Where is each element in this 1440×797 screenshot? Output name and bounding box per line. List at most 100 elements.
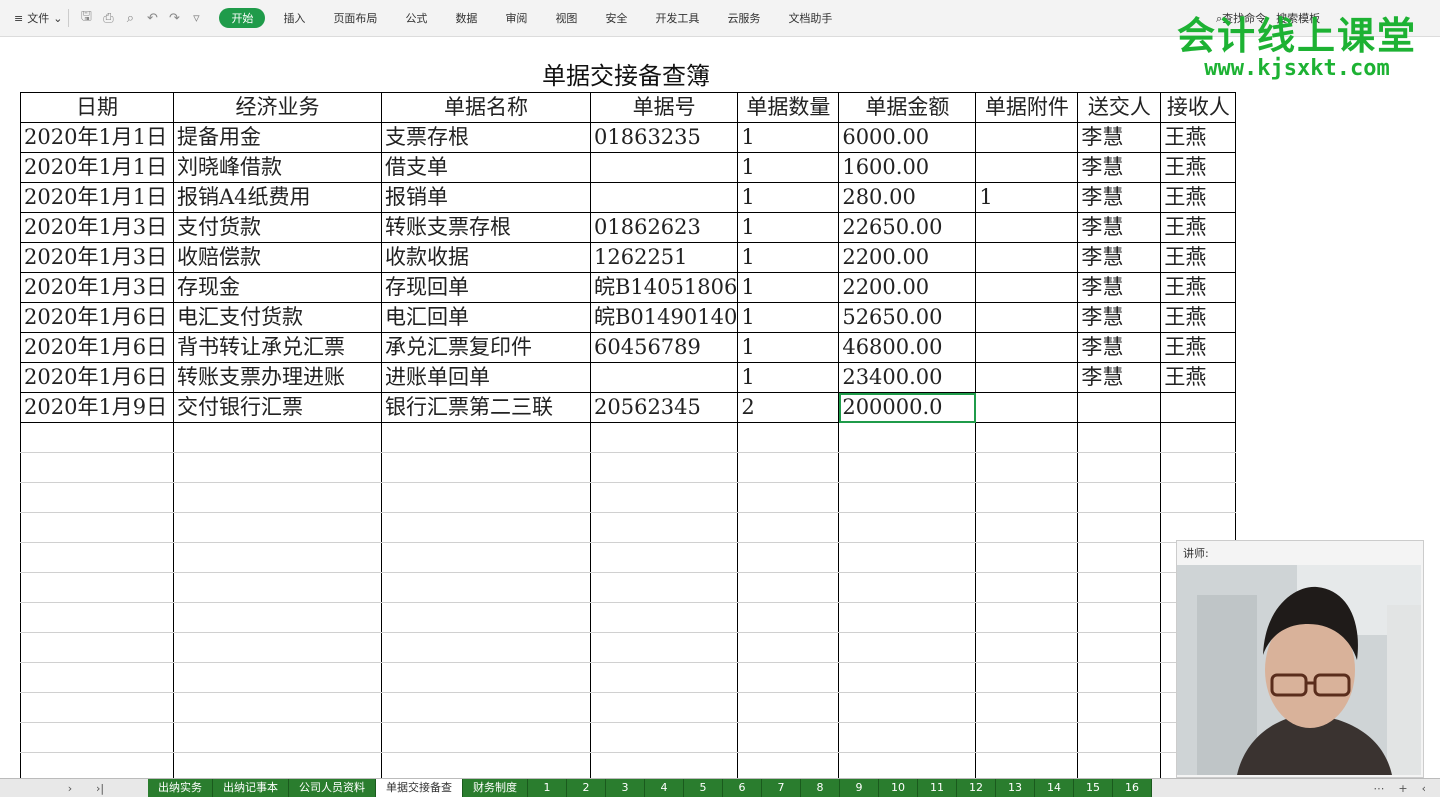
ribbon-tab[interactable]: 审阅 (495, 8, 537, 28)
table-cell[interactable] (381, 452, 591, 483)
table-cell[interactable]: 进账单回单 (381, 362, 591, 393)
table-cell[interactable] (838, 572, 977, 603)
column-header[interactable]: 单据金额 (838, 92, 977, 123)
table-cell[interactable]: 王燕 (1160, 212, 1237, 243)
table-cell[interactable]: 李慧 (1077, 362, 1162, 393)
sheet-tab[interactable]: 3 (606, 779, 645, 797)
sheet-tab[interactable]: 12 (957, 779, 996, 797)
ribbon-tab[interactable]: 插入 (273, 8, 315, 28)
table-cell[interactable]: 2020年1月3日 (20, 272, 174, 303)
sheet-tab[interactable]: 10 (879, 779, 918, 797)
table-cell[interactable] (975, 362, 1079, 393)
ribbon-tab[interactable]: 安全 (595, 8, 637, 28)
table-cell[interactable] (975, 542, 1079, 573)
sheet-tab[interactable]: 出纳实务 (148, 779, 213, 797)
table-cell[interactable] (975, 212, 1079, 243)
ribbon-tab[interactable]: 视图 (545, 8, 587, 28)
sheet-tab[interactable]: 7 (762, 779, 801, 797)
sheet-tab[interactable]: 4 (645, 779, 684, 797)
table-cell[interactable]: 52650.00 (838, 302, 977, 333)
sheet-tab[interactable]: 财务制度 (463, 779, 528, 797)
table-cell[interactable]: 李慧 (1077, 212, 1162, 243)
table-cell[interactable]: 王燕 (1160, 302, 1237, 333)
table-cell[interactable] (381, 722, 591, 753)
table-cell[interactable]: 银行汇票第二三联 (381, 392, 591, 423)
sheet-tab[interactable]: 6 (723, 779, 762, 797)
table-cell[interactable] (589, 182, 739, 213)
table-cell[interactable] (975, 242, 1079, 273)
table-cell[interactable] (1160, 422, 1237, 453)
table-cell[interactable] (20, 422, 174, 453)
table-cell[interactable] (20, 512, 174, 543)
table-cell[interactable]: 收款收据 (381, 242, 591, 273)
ribbon-tab[interactable]: 页面布局 (323, 8, 387, 28)
column-header[interactable]: 单据附件 (975, 92, 1079, 123)
table-cell[interactable] (737, 602, 840, 633)
undo-icon[interactable]: ↶ (141, 11, 163, 26)
table-cell[interactable] (20, 722, 174, 753)
table-cell[interactable] (589, 692, 739, 723)
table-cell[interactable]: 1 (737, 152, 840, 183)
table-cell[interactable] (838, 542, 977, 573)
table-cell[interactable]: 200000.0 (838, 392, 977, 423)
table-cell[interactable] (1077, 452, 1162, 483)
table-cell[interactable] (20, 542, 174, 573)
table-cell[interactable] (173, 482, 382, 513)
table-cell[interactable] (173, 662, 382, 693)
table-cell[interactable]: 转账支票办理进账 (173, 362, 382, 393)
table-cell[interactable] (20, 572, 174, 603)
table-cell[interactable]: 280.00 (838, 182, 977, 213)
table-cell[interactable] (1077, 422, 1162, 453)
table-cell[interactable]: 2200.00 (838, 242, 977, 273)
table-cell[interactable] (975, 692, 1079, 723)
table-cell[interactable] (173, 632, 382, 663)
table-cell[interactable] (589, 452, 739, 483)
table-cell[interactable]: 王燕 (1160, 152, 1237, 183)
table-cell[interactable] (975, 482, 1079, 513)
table-cell[interactable] (975, 722, 1079, 753)
table-cell[interactable]: 皖B14051806 (589, 272, 739, 303)
print-preview-icon[interactable]: ⌕ (119, 11, 141, 26)
table-cell[interactable]: 2020年1月9日 (20, 392, 174, 423)
table-cell[interactable] (975, 152, 1079, 183)
ribbon-tab[interactable]: 公式 (395, 8, 437, 28)
table-cell[interactable]: 1 (737, 242, 840, 273)
sheet-tab[interactable]: 13 (996, 779, 1035, 797)
table-cell[interactable]: 1 (975, 182, 1079, 213)
table-cell[interactable] (589, 362, 739, 393)
table-cell[interactable] (975, 662, 1079, 693)
table-cell[interactable] (838, 632, 977, 663)
table-cell[interactable] (975, 122, 1079, 153)
more-icon[interactable]: ⋯ (1373, 782, 1384, 795)
table-cell[interactable]: 电汇回单 (381, 302, 591, 333)
table-cell[interactable] (589, 152, 739, 183)
table-cell[interactable] (381, 662, 591, 693)
table-cell[interactable]: 李慧 (1077, 242, 1162, 273)
scroll-left-icon[interactable]: ‹ (1422, 782, 1426, 795)
sheet-tab[interactable]: 15 (1074, 779, 1113, 797)
table-cell[interactable] (1160, 512, 1237, 543)
table-cell[interactable]: 李慧 (1077, 272, 1162, 303)
table-cell[interactable]: 李慧 (1077, 122, 1162, 153)
print-icon[interactable]: ⎙ (97, 11, 119, 26)
table-cell[interactable]: 收赔偿款 (173, 242, 382, 273)
add-sheet-icon[interactable]: + (1398, 782, 1407, 795)
table-cell[interactable]: 60456789 (589, 332, 739, 363)
table-cell[interactable] (737, 452, 840, 483)
table-cell[interactable] (975, 332, 1079, 363)
table-cell[interactable] (737, 662, 840, 693)
table-cell[interactable]: 20562345 (589, 392, 739, 423)
table-cell[interactable] (737, 632, 840, 663)
table-cell[interactable] (173, 542, 382, 573)
table-cell[interactable] (838, 662, 977, 693)
quick-access-dropdown-icon[interactable]: ▿ (185, 11, 207, 26)
table-cell[interactable] (589, 602, 739, 633)
table-cell[interactable]: 1 (737, 212, 840, 243)
table-cell[interactable]: 2020年1月3日 (20, 212, 174, 243)
table-cell[interactable]: 01863235 (589, 122, 739, 153)
table-cell[interactable] (1077, 572, 1162, 603)
table-cell[interactable] (975, 272, 1079, 303)
file-menu[interactable]: ≡ 文件 ⌄ (14, 10, 62, 26)
table-cell[interactable]: 2020年1月6日 (20, 302, 174, 333)
table-cell[interactable] (1077, 722, 1162, 753)
